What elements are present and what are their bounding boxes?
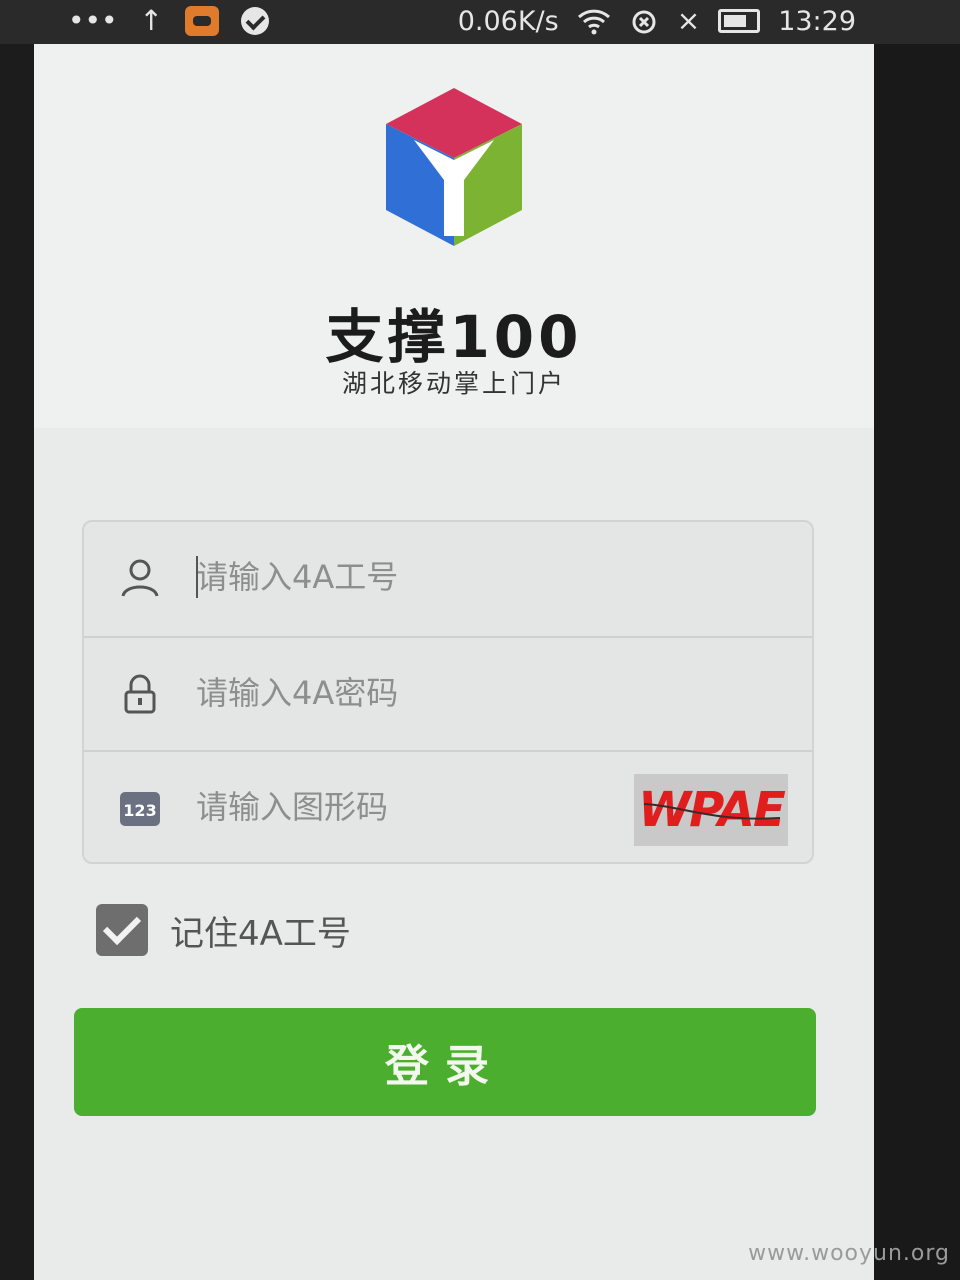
app-header: 支撑100 湖北移动掌上门户: [34, 44, 874, 428]
status-bar: ••• ↑ 0.06K/s × 13:29: [0, 0, 960, 44]
captcha-noise-line: [643, 803, 781, 820]
login-screen: 支撑100 湖北移动掌上门户 123: [34, 0, 874, 1280]
login-button[interactable]: 登录: [74, 1008, 816, 1116]
net-speed: 0.06K/s: [457, 5, 559, 37]
phone-bezel-left: [0, 0, 34, 1280]
app-title: 支撑100: [325, 303, 583, 371]
status-left: ••• ↑: [68, 4, 270, 38]
battery-icon: [718, 9, 761, 33]
captcha-input[interactable]: [196, 782, 616, 832]
remember-option[interactable]: 记住4A工号: [96, 904, 351, 956]
game-icon: [185, 6, 220, 36]
password-row: [84, 636, 812, 750]
username-input[interactable]: [196, 552, 616, 602]
number-keypad-icon: 123: [120, 792, 160, 826]
remember-checkbox[interactable]: [96, 904, 148, 956]
no-signal-icon: ×: [676, 4, 701, 37]
username-row: [84, 522, 812, 634]
wifi-icon: [577, 9, 610, 35]
text-cursor: [196, 556, 198, 598]
app-subtitle: 湖北移动掌上门户: [341, 369, 566, 398]
password-input[interactable]: [196, 668, 616, 718]
captcha-row: 123 WPAE: [84, 750, 812, 864]
remember-label: 记住4A工号: [170, 913, 351, 954]
cube-logo: [386, 88, 522, 246]
alarm-off-icon: [632, 10, 656, 34]
user-icon: [121, 559, 159, 597]
more-dots-icon: •••: [68, 4, 118, 37]
captcha-image[interactable]: WPAE: [634, 774, 788, 846]
lock-icon: [124, 674, 156, 714]
phone-bezel-right: [874, 0, 960, 1280]
login-form: 123 WPAE: [82, 520, 814, 864]
svg-text:123: 123: [123, 801, 156, 820]
clock: 13:29: [778, 5, 856, 37]
status-right: 0.06K/s × 13:29: [458, 4, 856, 38]
upload-arrow-icon: ↑: [139, 4, 164, 37]
check-circle-icon: [241, 7, 270, 35]
watermark: www.wooyun.org: [748, 1241, 950, 1266]
